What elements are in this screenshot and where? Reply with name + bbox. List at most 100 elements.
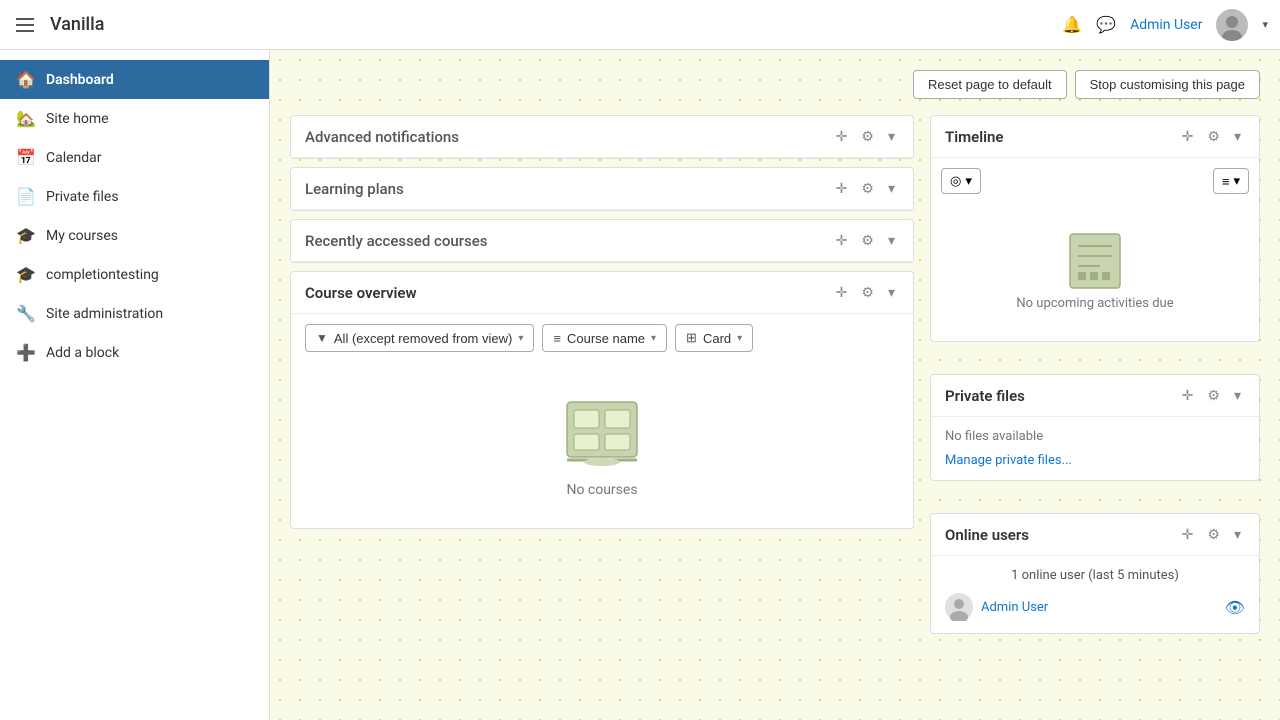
brand: Vanilla [50, 14, 104, 35]
brand-name: Vanilla [50, 14, 104, 35]
course-overview-actions: ✛ ⚙ ▾ [832, 282, 899, 303]
chat-icon[interactable]: 💬 [1096, 15, 1116, 34]
recently-accessed-header: Recently accessed courses ✛ ⚙ ▾ [291, 220, 913, 262]
course-overview-chevron[interactable]: ▾ [884, 282, 899, 303]
sidebar-item-calendar[interactable]: 📅 Calendar [0, 138, 269, 177]
my-courses-icon: 🎓 [16, 226, 36, 245]
online-user-link[interactable]: Admin User [981, 600, 1217, 615]
sort-dropdown[interactable]: ≡ Course name ▾ [542, 324, 667, 352]
courses-illustration [562, 392, 642, 472]
course-overview-title: Course overview [305, 284, 832, 302]
private-files-chevron[interactable]: ▾ [1230, 385, 1245, 406]
online-users-block: Online users ✛ ⚙ ▾ 1 online user (last 5… [930, 513, 1260, 634]
recently-accessed-title: Recently accessed courses [305, 232, 832, 250]
timeline-move[interactable]: ✛ [1178, 126, 1198, 147]
course-overview-toolbar: ▼ All (except removed from view) ▾ ≡ Cou… [291, 314, 913, 362]
bell-icon[interactable]: 🔔 [1062, 15, 1082, 34]
sidebar-item-dashboard[interactable]: 🏠 Dashboard [0, 60, 269, 99]
site-home-icon: 🏡 [16, 109, 36, 128]
recently-accessed-gear[interactable]: ⚙ [857, 230, 878, 251]
eye-icon[interactable]: 👁 [1225, 598, 1245, 617]
no-activities-area: No upcoming activities due [941, 206, 1249, 331]
online-users-chevron[interactable]: ▾ [1230, 524, 1245, 545]
sidebar-item-site-administration[interactable]: 🔧 Site administration [0, 294, 269, 333]
timeline-sort-caret: ▾ [1233, 173, 1240, 189]
private-files-move[interactable]: ✛ [1178, 385, 1198, 406]
sidebar-label-add-block: Add a block [46, 345, 119, 361]
timeline-filter-icon: ◎ [950, 173, 961, 189]
advanced-notifications-header: Advanced notifications ✛ ⚙ ▾ [291, 116, 913, 158]
advanced-notifications-block: Advanced notifications ✛ ⚙ ▾ [290, 115, 914, 159]
learning-plans-chevron[interactable]: ▾ [884, 178, 899, 199]
timeline-filter-caret: ▾ [965, 173, 972, 189]
learning-plans-move[interactable]: ✛ [832, 178, 852, 199]
view-dropdown[interactable]: ⊞ Card ▾ [675, 324, 753, 352]
page-actions: Reset page to default Stop customising t… [290, 70, 1260, 99]
recently-accessed-move[interactable]: ✛ [832, 230, 852, 251]
learning-plans-gear[interactable]: ⚙ [857, 178, 878, 199]
course-overview-move[interactable]: ✛ [832, 282, 852, 303]
filter-icon: ▼ [316, 331, 328, 345]
completiontesting-icon: 🎓 [16, 265, 36, 284]
filter-label: All (except removed from view) [334, 331, 512, 346]
timeline-header: Timeline ✛ ⚙ ▾ [931, 116, 1259, 158]
sidebar-label-site-administration: Site administration [46, 306, 163, 322]
private-files-body: No files available Manage private files.… [931, 417, 1259, 480]
private-files-gear[interactable]: ⚙ [1203, 385, 1224, 406]
learning-plans-header: Learning plans ✛ ⚙ ▾ [291, 168, 913, 210]
timeline-sort-button[interactable]: ≡ ▾ [1213, 168, 1249, 194]
avatar[interactable] [1216, 9, 1248, 41]
advanced-notifications-move[interactable]: ✛ [832, 126, 852, 147]
site-admin-icon: 🔧 [16, 304, 36, 323]
online-user-avatar [945, 593, 973, 621]
advanced-notifications-chevron[interactable]: ▾ [884, 126, 899, 147]
sidebar-label-completiontesting: completiontesting [46, 267, 159, 283]
online-users-move[interactable]: ✛ [1178, 524, 1198, 545]
sort-caret: ▾ [651, 333, 656, 344]
sidebar-item-my-courses[interactable]: 🎓 My courses [0, 216, 269, 255]
content-columns: Advanced notifications ✛ ⚙ ▾ Learning pl… [290, 115, 1260, 650]
main-content: Reset page to default Stop customising t… [270, 50, 1280, 720]
navbar: Vanilla 🔔 💬 Admin User ▾ [0, 0, 1280, 50]
advanced-notifications-title: Advanced notifications [305, 128, 832, 146]
filter-dropdown[interactable]: ▼ All (except removed from view) ▾ [305, 324, 534, 352]
timeline-gear[interactable]: ⚙ [1203, 126, 1224, 147]
private-files-icon: 📄 [16, 187, 36, 206]
sidebar: 🏠 Dashboard 🏡 Site home 📅 Calendar 📄 Pri… [0, 50, 270, 720]
stop-customising-button[interactable]: Stop customising this page [1075, 70, 1260, 99]
no-activity-text: No upcoming activities due [1016, 296, 1173, 311]
manage-files-link[interactable]: Manage private files... [945, 453, 1072, 468]
advanced-notifications-gear[interactable]: ⚙ [857, 126, 878, 147]
advanced-notifications-actions: ✛ ⚙ ▾ [832, 126, 899, 147]
timeline-toolbar: ◎ ▾ ≡ ▾ [941, 168, 1249, 194]
filter-caret: ▾ [518, 333, 523, 344]
sidebar-item-completiontesting[interactable]: 🎓 completiontesting [0, 255, 269, 294]
user-menu-caret[interactable]: ▾ [1262, 18, 1268, 31]
left-column: Advanced notifications ✛ ⚙ ▾ Learning pl… [290, 115, 914, 650]
hamburger-menu[interactable] [12, 14, 38, 36]
timeline-illustration [1060, 226, 1130, 296]
online-users-gear[interactable]: ⚙ [1203, 524, 1224, 545]
learning-plans-block: Learning plans ✛ ⚙ ▾ [290, 167, 914, 211]
sidebar-item-add-block[interactable]: ➕ Add a block [0, 333, 269, 372]
no-courses-area: No courses [291, 362, 913, 528]
timeline-chevron[interactable]: ▾ [1230, 126, 1245, 147]
sidebar-label-my-courses: My courses [46, 228, 118, 244]
view-label: Card [703, 331, 731, 346]
recently-accessed-chevron[interactable]: ▾ [884, 230, 899, 251]
timeline-block: Timeline ✛ ⚙ ▾ ◎ ▾ [930, 115, 1260, 342]
timeline-filter-button[interactable]: ◎ ▾ [941, 168, 981, 194]
online-users-title: Online users [945, 526, 1178, 544]
user-name[interactable]: Admin User [1130, 17, 1202, 33]
sidebar-item-site-home[interactable]: 🏡 Site home [0, 99, 269, 138]
right-column: Timeline ✛ ⚙ ▾ ◎ ▾ [930, 115, 1260, 650]
course-overview-gear[interactable]: ⚙ [857, 282, 878, 303]
sidebar-item-private-files[interactable]: 📄 Private files [0, 177, 269, 216]
private-files-header: Private files ✛ ⚙ ▾ [931, 375, 1259, 417]
timeline-body: ◎ ▾ ≡ ▾ [931, 158, 1259, 341]
view-icon: ⊞ [686, 330, 697, 346]
reset-page-button[interactable]: Reset page to default [913, 70, 1067, 99]
sidebar-label-calendar: Calendar [46, 150, 102, 166]
sidebar-label-site-home: Site home [46, 111, 109, 127]
dashboard-icon: 🏠 [16, 70, 36, 89]
